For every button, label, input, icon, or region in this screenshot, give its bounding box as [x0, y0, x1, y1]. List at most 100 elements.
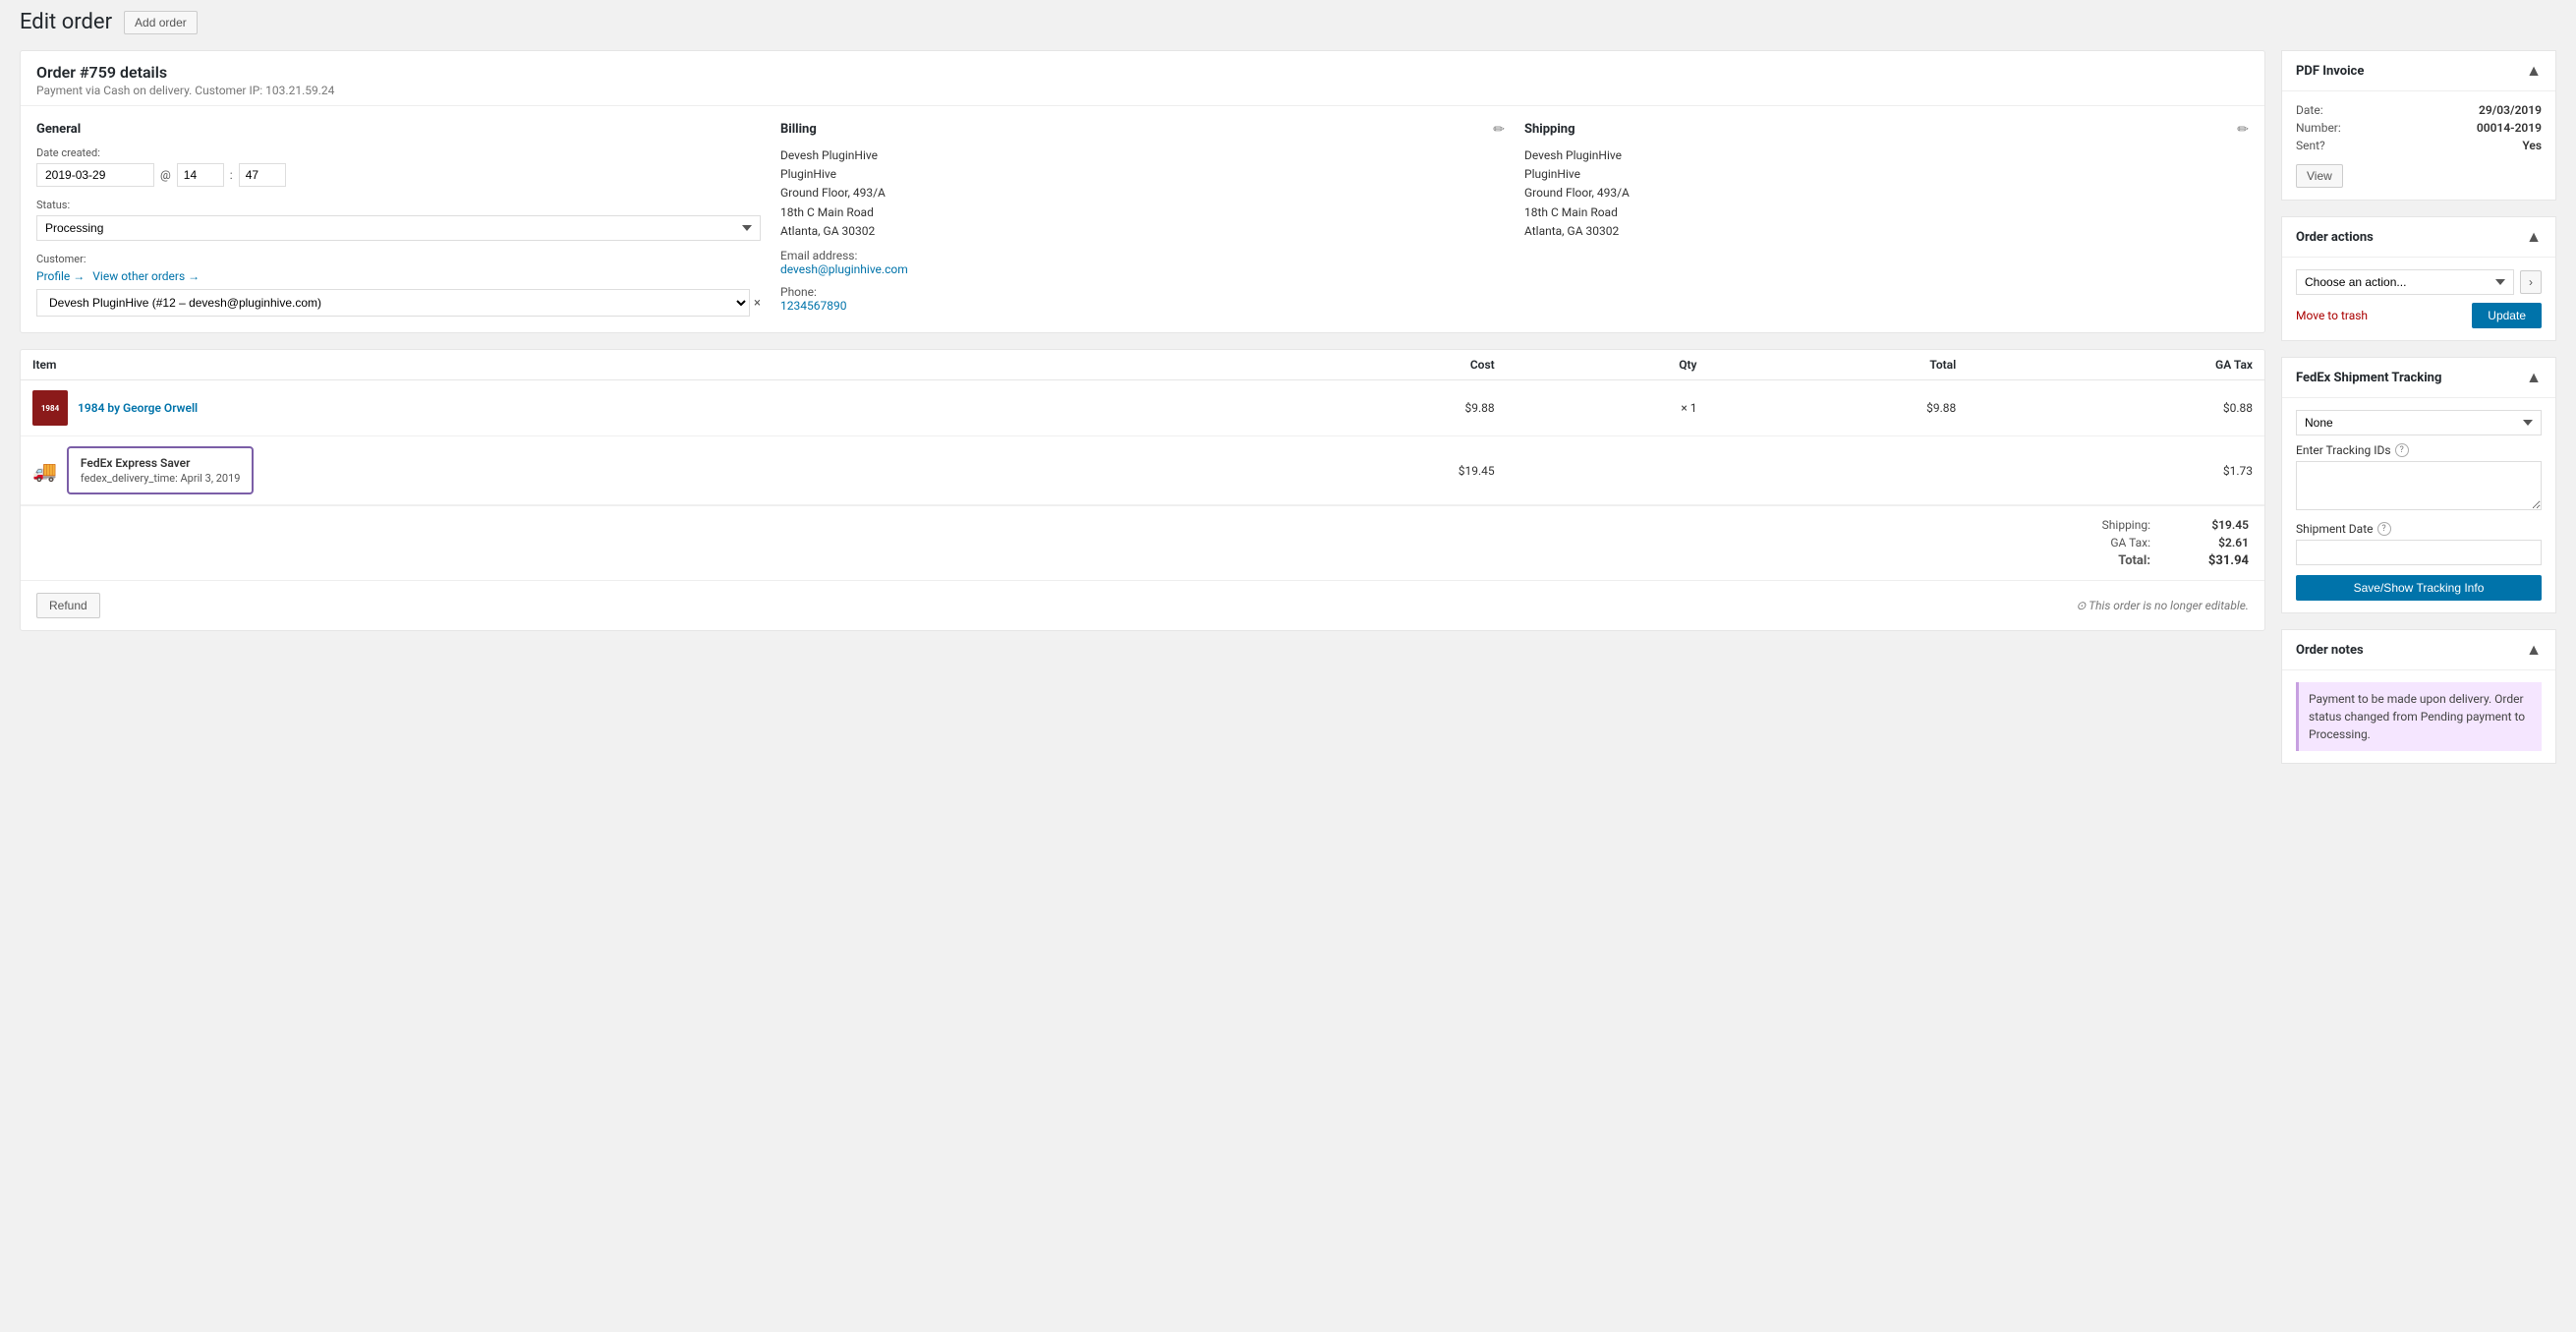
col-item: Item — [21, 350, 1215, 380]
minute-input[interactable] — [239, 163, 286, 187]
product-qty: × 1 — [1507, 380, 1709, 436]
shipment-date-label: Shipment Date ? — [2296, 522, 2542, 536]
shipment-date-help-icon[interactable]: ? — [2377, 522, 2391, 536]
status-label: Status: — [36, 199, 761, 211]
shipping-total-row: Shipping: $19.45 — [2072, 518, 2249, 532]
pdf-invoice-body: Date: 29/03/2019 Number: 00014-2019 Sent… — [2282, 91, 2555, 200]
table-row: 🚚 FedEx Express Saver fedex_delivery_tim… — [21, 436, 2264, 505]
billing-edit-icon[interactable]: ✏ — [1493, 122, 1505, 138]
shipping-total-value: $19.45 — [2190, 518, 2249, 532]
order-notes-body: Payment to be made upon delivery. Order … — [2282, 670, 2555, 763]
product-link[interactable]: 1984 by George Orwell — [78, 401, 198, 415]
shipping-ga-tax: $1.73 — [1968, 436, 2264, 505]
col-cost: Cost — [1215, 350, 1507, 380]
col-ga-tax: GA Tax — [1968, 350, 2264, 380]
pdf-view-button[interactable]: View — [2296, 164, 2343, 188]
pdf-sent-value: Yes — [2522, 139, 2542, 152]
hour-input[interactable] — [177, 163, 224, 187]
date-input[interactable] — [36, 163, 154, 187]
grand-total-value: $31.94 — [2190, 553, 2249, 568]
refund-button[interactable]: Refund — [36, 593, 100, 618]
pdf-invoice-title: PDF Invoice — [2296, 64, 2364, 79]
not-editable-notice: ⊙ This order is no longer editable. — [2076, 599, 2249, 612]
general-section: General Date created: @ : Status: — [36, 122, 761, 317]
grand-total-row: Total: $31.94 — [2072, 553, 2249, 568]
billing-section: Billing ✏ Devesh PluginHive PluginHive G… — [780, 122, 1505, 317]
pdf-sent-label: Sent? — [2296, 139, 2325, 152]
update-button[interactable]: Update — [2472, 303, 2542, 328]
product-cost: $9.88 — [1215, 380, 1507, 436]
ga-tax-row: GA Tax: $2.61 — [2072, 536, 2249, 550]
order-actions-toggle-icon: ▲ — [2526, 227, 2542, 247]
shipping-title: Shipping — [1524, 122, 2249, 137]
shipping-total-label: Shipping: — [2072, 518, 2150, 532]
fedex-service-select[interactable]: None — [2296, 410, 2542, 435]
order-notes-toggle-icon: ▲ — [2526, 640, 2542, 660]
pdf-invoice-toggle-icon: ▲ — [2526, 61, 2542, 81]
customer-select[interactable]: Devesh PluginHive (#12 – devesh@pluginhi… — [36, 289, 750, 317]
save-tracking-button[interactable]: Save/Show Tracking Info — [2296, 575, 2542, 601]
order-subtitle: Payment via Cash on delivery. Customer I… — [36, 84, 2249, 97]
pdf-date-value: 29/03/2019 — [2479, 103, 2542, 117]
view-other-orders-link[interactable]: View other orders → — [92, 269, 200, 283]
shipping-method-name: FedEx Express Saver — [81, 456, 241, 470]
shipping-method-box: FedEx Express Saver fedex_delivery_time:… — [67, 446, 255, 494]
product-cell: 1984 1984 by George Orwell — [32, 390, 1203, 426]
status-select[interactable]: Processing — [36, 215, 761, 241]
shipping-method-meta: fedex_delivery_time: April 3, 2019 — [81, 472, 241, 485]
col-qty: Qty — [1507, 350, 1709, 380]
order-actions-widget: Order actions ▲ Choose an action... › Mo… — [2281, 216, 2556, 341]
shipping-truck-icon: 🚚 — [32, 459, 57, 483]
run-action-button[interactable]: › — [2520, 270, 2542, 294]
order-details-header: Order #759 details Payment via Cash on d… — [21, 51, 2264, 106]
order-actions-title: Order actions — [2296, 230, 2374, 245]
pdf-invoice-widget: PDF Invoice ▲ Date: 29/03/2019 Number: 0… — [2281, 50, 2556, 201]
at-symbol: @ — [160, 168, 171, 182]
tracking-ids-label: Enter Tracking IDs ? — [2296, 443, 2542, 457]
email-label: Email address: — [780, 249, 1505, 262]
pdf-invoice-header[interactable]: PDF Invoice ▲ — [2282, 51, 2555, 91]
billing-email[interactable]: devesh@pluginhive.com — [780, 262, 908, 276]
tracking-ids-input[interactable] — [2296, 461, 2542, 510]
fedex-tracking-toggle-icon: ▲ — [2526, 368, 2542, 387]
grand-total-label: Total: — [2072, 553, 2150, 568]
fedex-tracking-body: None Enter Tracking IDs ? Shipment Date … — [2282, 398, 2555, 612]
add-order-button[interactable]: Add order — [124, 11, 198, 34]
phone-label: Phone: — [780, 285, 1505, 299]
shipping-address: Devesh PluginHive PluginHive Ground Floo… — [1524, 146, 2249, 241]
product-total: $9.88 — [1709, 380, 1969, 436]
items-table: Item Cost Qty Total GA Tax 1984 — [21, 350, 2264, 505]
order-actions-body: Choose an action... › Move to trash Upda… — [2282, 258, 2555, 340]
sidebar: PDF Invoice ▲ Date: 29/03/2019 Number: 0… — [2281, 50, 2556, 780]
billing-phone[interactable]: 1234567890 — [780, 299, 846, 313]
table-row: 1984 1984 by George Orwell $9.88 × 1 $9.… — [21, 380, 2264, 436]
order-notes-header[interactable]: Order notes ▲ — [2282, 630, 2555, 670]
time-colon: : — [230, 168, 233, 182]
order-actions-header[interactable]: Order actions ▲ — [2282, 217, 2555, 258]
fedex-tracking-header[interactable]: FedEx Shipment Tracking ▲ — [2282, 358, 2555, 398]
shipping-cost: $19.45 — [1215, 436, 1507, 505]
ga-tax-label: GA Tax: — [2072, 536, 2150, 550]
product-ga-tax: $0.88 — [1968, 380, 2264, 436]
order-title: Order #759 details — [36, 63, 2249, 82]
order-notes-title: Order notes — [2296, 643, 2364, 658]
fedex-tracking-title: FedEx Shipment Tracking — [2296, 371, 2441, 385]
order-notes-widget: Order notes ▲ Payment to be made upon de… — [2281, 629, 2556, 764]
action-select[interactable]: Choose an action... — [2296, 269, 2514, 295]
move-to-trash-link[interactable]: Move to trash — [2296, 309, 2368, 322]
clear-customer-icon[interactable]: × — [754, 296, 761, 311]
ga-tax-value: $2.61 — [2190, 536, 2249, 550]
customer-label: Customer: — [36, 253, 761, 265]
general-title: General — [36, 122, 761, 137]
items-card: Item Cost Qty Total GA Tax 1984 — [20, 349, 2265, 631]
order-note: Payment to be made upon delivery. Order … — [2296, 682, 2542, 751]
tracking-ids-help-icon[interactable]: ? — [2395, 443, 2409, 457]
shipping-edit-icon[interactable]: ✏ — [2237, 122, 2249, 138]
totals-section: Shipping: $19.45 GA Tax: $2.61 Total: $3… — [21, 505, 2264, 580]
pdf-number-value: 00014-2019 — [2477, 121, 2542, 135]
billing-address: Devesh PluginHive PluginHive Ground Floo… — [780, 146, 1505, 241]
fedex-tracking-widget: FedEx Shipment Tracking ▲ None Enter Tra… — [2281, 357, 2556, 613]
shipment-date-input[interactable] — [2296, 540, 2542, 565]
profile-link[interactable]: Profile → — [36, 269, 85, 283]
action-buttons: Move to trash Update — [2296, 303, 2542, 328]
